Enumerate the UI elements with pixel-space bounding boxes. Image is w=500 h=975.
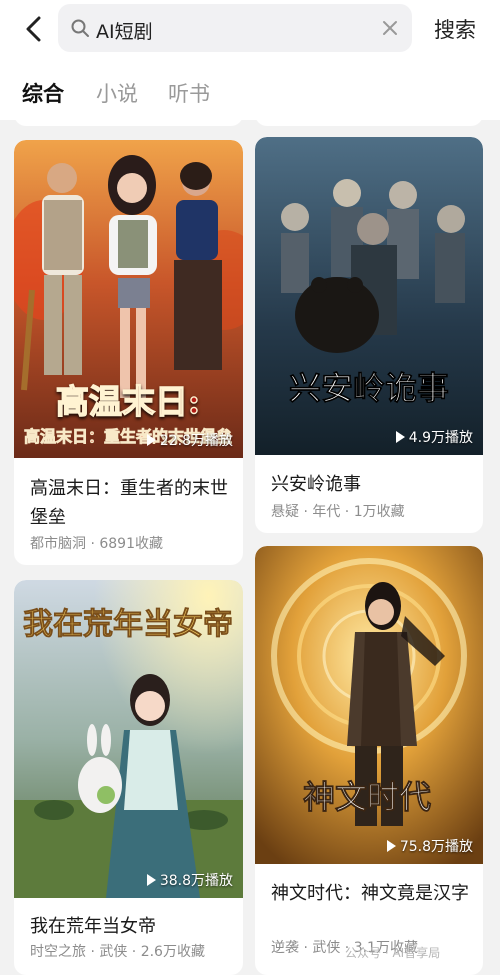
result-card[interactable]: 兴安岭诡事 4.9万播放 兴安岭诡事 悬疑 · 年代 · 1万收藏 (255, 137, 483, 533)
play-count-text: 4.9万播放 (408, 430, 473, 446)
tab-novels[interactable]: 小说 (96, 78, 138, 108)
result-card[interactable]: 高温末日: 高温末日：重生者的末世堡垒 22.8万播放 高温末日：重生者的末世堡… (14, 140, 243, 565)
card-meta: 悬疑 · 年代 · 1万收藏 (271, 504, 405, 520)
card-meta: 时空之旅 · 武侠 · 2.6万收藏 (30, 944, 205, 960)
play-icon (146, 874, 156, 886)
cover-title-text: 我在荒年当女帝 (23, 607, 233, 642)
tab-all[interactable]: 综合 (22, 78, 64, 108)
search-icon (71, 19, 89, 37)
play-icon (395, 431, 405, 443)
card-meta: 都市脑洞 · 6891收藏 (30, 536, 163, 552)
search-query-text: AI短剧 (96, 21, 153, 43)
card-title: 兴安岭诡事 (271, 474, 361, 495)
watermark: 公众号 · AI智享局 (345, 946, 441, 960)
cover-image: 神文时代 75.8万播放 (255, 546, 483, 864)
cover-image: 高温末日: 高温末日：重生者的末世堡垒 22.8万播放 (14, 140, 243, 458)
back-button[interactable] (18, 12, 52, 46)
card-title: 我在荒年当女帝 (30, 916, 156, 937)
cover-image: 兴安岭诡事 4.9万播放 (255, 137, 483, 455)
play-count: 22.8万播放 (146, 430, 233, 450)
cover-title-text: 神文时代 (303, 778, 431, 816)
play-count-text: 22.8万播放 (159, 433, 233, 449)
card-title: 高温末日：重生者的末世堡垒 (30, 478, 228, 528)
result-card[interactable]: 我在荒年当女帝 38.8万播放 我在荒年当女帝 时空之旅 · 武侠 · 2.6万… (14, 580, 243, 975)
play-count-text: 38.8万播放 (159, 873, 233, 889)
search-results-page: AI短剧 搜索 综合 小说 听书 高温末日: 高温末日：重生者的末世堡垒 22.… (0, 0, 500, 975)
cover-title-text: 兴安岭诡事 (289, 369, 449, 407)
previous-card-bottom (255, 112, 483, 126)
play-count-text: 75.8万播放 (399, 839, 473, 855)
play-count: 75.8万播放 (386, 836, 473, 856)
result-card[interactable]: 神文时代 75.8万播放 神文时代：神文竟是汉字 逆袭 · 武侠 · 3.1万收… (255, 546, 483, 975)
cover-image: 我在荒年当女帝 38.8万播放 (14, 580, 243, 898)
card-title: 神文时代：神文竟是汉字 (271, 883, 469, 904)
tab-audiobooks[interactable]: 听书 (168, 78, 210, 108)
play-count: 38.8万播放 (146, 870, 233, 890)
search-header: AI短剧 搜索 (0, 0, 500, 60)
clear-icon[interactable] (380, 18, 400, 38)
play-icon (386, 840, 396, 852)
previous-card-bottom (14, 112, 243, 126)
cover-title-text: 高温末日: (56, 382, 200, 421)
play-count: 4.9万播放 (395, 427, 473, 447)
search-input[interactable]: AI短剧 (58, 4, 412, 52)
category-tabs: 综合 小说 听书 (0, 60, 500, 120)
play-icon (146, 434, 156, 446)
search-button[interactable]: 搜索 (434, 14, 476, 44)
chevron-left-icon (26, 16, 41, 42)
